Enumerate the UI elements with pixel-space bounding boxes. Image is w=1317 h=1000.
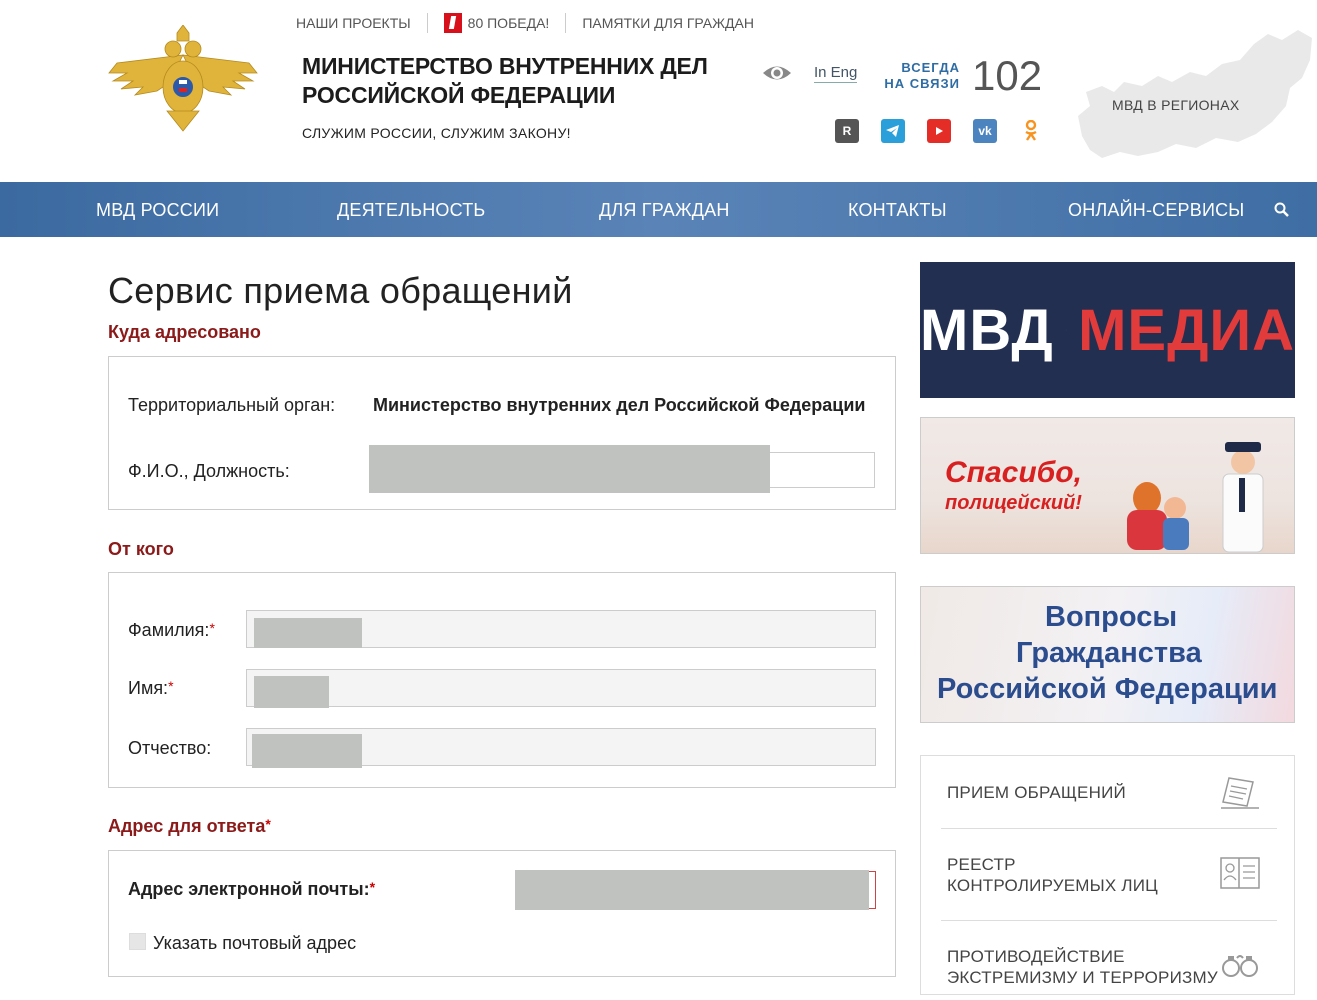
service-label-line2: КОНТРОЛИРУЕМЫХ ЛИЦ xyxy=(947,875,1158,896)
territorial-label: Территориальный орган: xyxy=(128,395,335,416)
service-item-extremism[interactable]: ПРОТИВОДЕЙСТВИЕ ЭКСТРЕМИЗМУ И ТЕРРОРИЗМУ xyxy=(941,920,1277,1000)
nav-item-for-citizens[interactable]: ДЛЯ ГРАЖДАН xyxy=(599,200,730,221)
name-input[interactable] xyxy=(246,669,876,707)
nav-item-contacts[interactable]: КОНТАКТЫ xyxy=(848,200,947,221)
citizenship-line2: Гражданства xyxy=(1016,637,1202,670)
required-mark: * xyxy=(168,678,173,694)
document-icon xyxy=(1219,772,1261,814)
our-projects-link[interactable]: НАШИ ПРОЕКТЫ xyxy=(296,15,411,31)
always-line1: ВСЕГДА xyxy=(882,60,960,76)
required-mark: * xyxy=(265,816,270,832)
section-heading-addressed: Куда адресовано xyxy=(108,322,261,343)
thanks-illustration xyxy=(1117,438,1287,554)
media-right-text: МЕДИА xyxy=(1078,297,1295,364)
search-icon[interactable] xyxy=(1274,202,1290,218)
citizenship-banner[interactable]: Вопросы Гражданства Российской Федерации xyxy=(920,586,1295,723)
divider xyxy=(427,13,428,33)
redacted-block xyxy=(515,870,869,910)
telegram-icon[interactable] xyxy=(881,119,905,143)
redacted-block xyxy=(252,734,362,768)
redacted-block xyxy=(254,676,329,708)
service-item-appeals[interactable]: ПРИЕМ ОБРАЩЕНИЙ xyxy=(941,756,1277,829)
section-heading-reply: Адрес для ответа* xyxy=(108,816,271,837)
pobeda-80-link[interactable]: 80 ПОБЕДА! xyxy=(468,15,550,31)
service-label-line1: РЕЕСТР xyxy=(947,854,1158,875)
addressed-box: Территориальный орган: Министерство внут… xyxy=(108,356,896,510)
id-card-icon xyxy=(1219,852,1261,894)
service-label-line1: ПРОТИВОДЕЙСТВИЕ xyxy=(947,946,1218,967)
required-mark: * xyxy=(370,879,375,895)
redacted-block xyxy=(254,618,362,648)
postal-address-label[interactable]: Указать почтовый адрес xyxy=(153,933,356,954)
motto: СЛУЖИМ РОССИИ, СЛУЖИМ ЗАКОНУ! xyxy=(302,125,571,141)
surname-label: Фамилия:* xyxy=(128,620,215,641)
citizen-memos-link[interactable]: ПАМЯТКИ ДЛЯ ГРАЖДАН xyxy=(582,15,754,31)
thanks-line2: полицейский! xyxy=(945,492,1082,515)
service-label: ПРОТИВОДЕЙСТВИЕ ЭКСТРЕМИЗМУ И ТЕРРОРИЗМУ xyxy=(947,946,1218,988)
service-label-line2: ЭКСТРЕМИЗМУ И ТЕРРОРИЗМУ xyxy=(947,967,1218,988)
regions-link[interactable]: МВД В РЕГИОНАХ xyxy=(1112,97,1240,113)
email-label: Адрес электронной почты:* xyxy=(128,879,375,900)
from-box: Фамилия:* Имя:* Отчество: xyxy=(108,572,896,788)
service-label: ПРИЕМ ОБРАЩЕНИЙ xyxy=(947,782,1126,803)
site-title-line1: МИНИСТЕРСТВО ВНУТРЕННИХ ДЕЛ xyxy=(302,52,708,81)
eye-icon[interactable] xyxy=(762,62,792,84)
youtube-icon[interactable] xyxy=(927,119,951,143)
patronymic-label: Отчество: xyxy=(128,738,211,759)
mvd-media-banner[interactable]: МВД МЕДИА xyxy=(920,262,1295,398)
social-links: R vk xyxy=(835,119,1043,143)
services-list: ПРИЕМ ОБРАЩЕНИЙ РЕЕСТР КОНТРОЛИРУЕМЫХ ЛИ… xyxy=(920,755,1295,995)
nav-item-mvd-russia[interactable]: МВД РОССИИ xyxy=(96,200,219,221)
handcuffs-icon xyxy=(1219,944,1261,986)
fio-label: Ф.И.О., Должность: xyxy=(128,461,290,482)
rutube-icon[interactable]: R xyxy=(835,119,859,143)
always-on-air: ВСЕГДА НА СВЯЗИ xyxy=(882,60,960,92)
mvd-emblem-logo[interactable] xyxy=(107,25,259,133)
site-title-line2: РОССИЙСКОЙ ФЕДЕРАЦИИ xyxy=(302,81,708,110)
thanks-line1: Спасибо, xyxy=(945,456,1082,490)
divider xyxy=(565,13,566,33)
service-label: РЕЕСТР КОНТРОЛИРУЕМЫХ ЛИЦ xyxy=(947,854,1158,896)
name-label: Имя:* xyxy=(128,678,174,699)
service-item-registry[interactable]: РЕЕСТР КОНТРОЛИРУЕМЫХ ЛИЦ xyxy=(941,828,1277,921)
nav-item-online-services[interactable]: ОНЛАЙН-СЕРВИСЫ xyxy=(1068,200,1244,221)
top-links: НАШИ ПРОЕКТЫ 80 ПОБЕДА! ПАМЯТКИ ДЛЯ ГРАЖ… xyxy=(296,13,754,33)
redacted-block xyxy=(369,445,770,493)
main-nav: МВД РОССИИ ДЕЯТЕЛЬНОСТЬ ДЛЯ ГРАЖДАН КОНТ… xyxy=(0,182,1317,237)
always-line2: НА СВЯЗИ xyxy=(882,76,960,92)
pobeda-icon xyxy=(444,13,462,33)
reply-box: Адрес электронной почты:* Указать почтов… xyxy=(108,850,896,977)
required-mark: * xyxy=(209,620,214,636)
english-version-link[interactable]: In Eng xyxy=(814,64,857,83)
page-title: Сервис приема обращений xyxy=(108,270,573,312)
vk-icon[interactable]: vk xyxy=(973,119,997,143)
citizenship-line3: Российской Федерации xyxy=(937,673,1277,706)
thanks-police-banner[interactable]: Спасибо, полицейский! xyxy=(920,417,1295,554)
hotline-number[interactable]: 102 xyxy=(972,52,1042,100)
citizenship-line1: Вопросы xyxy=(1045,601,1177,634)
section-heading-from: От кого xyxy=(108,539,174,560)
territorial-value: Министерство внутренних дел Российской Ф… xyxy=(373,395,866,416)
postal-address-checkbox[interactable] xyxy=(129,933,146,950)
media-left-text: МВД xyxy=(920,297,1054,364)
odnoklassniki-icon[interactable] xyxy=(1019,119,1043,143)
nav-item-activity[interactable]: ДЕЯТЕЛЬНОСТЬ xyxy=(337,200,485,221)
site-title[interactable]: МИНИСТЕРСТВО ВНУТРЕННИХ ДЕЛ РОССИЙСКОЙ Ф… xyxy=(302,52,708,110)
